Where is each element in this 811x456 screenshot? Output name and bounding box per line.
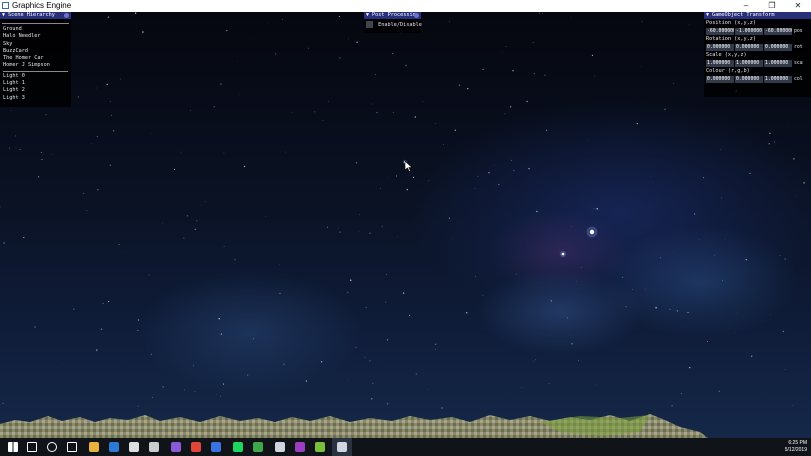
list-item[interactable]: Homer J Simpson [3, 62, 68, 69]
colour-suffix: col [794, 76, 803, 82]
search-icon-glyph [27, 442, 37, 452]
premiere-icon[interactable] [290, 438, 310, 456]
visual-studio-icon-glyph [171, 442, 181, 452]
colour-label: Colour (r,g,b) [706, 68, 750, 74]
app-blue-icon[interactable] [206, 438, 226, 456]
app-window-icon [2, 2, 9, 9]
object-list: Ground Halo Needler Sky BuzzCard The Hom… [0, 24, 71, 104]
spotify-icon[interactable] [228, 438, 248, 456]
graphics-engine-icon[interactable] [332, 438, 352, 456]
colour-r-field[interactable]: 0.000000 [706, 75, 734, 83]
app-notepad-icon[interactable] [310, 438, 330, 456]
position-x-field[interactable]: -60.000000 [706, 27, 734, 35]
mail-icon-glyph [149, 442, 159, 452]
mouse-cursor-icon [405, 161, 413, 172]
colour-b-field[interactable]: 1.000000 [764, 75, 792, 83]
list-item[interactable]: Light 3 [3, 95, 68, 102]
task-view-icon-glyph [67, 442, 77, 452]
task-view-icon[interactable] [62, 438, 82, 456]
store-icon[interactable] [124, 438, 144, 456]
file-explorer-icon[interactable] [84, 438, 104, 456]
panel-close-icon[interactable] [64, 13, 69, 18]
position-row: -60.000000 -1.000000 -60.000000 pos [704, 27, 811, 35]
clock-time: 6:25 PM [788, 440, 807, 446]
graphics-engine-icon-glyph [337, 442, 347, 452]
position-suffix: pos [794, 28, 803, 34]
collapse-triangle-icon[interactable]: ▼ [366, 12, 369, 19]
premiere-icon-glyph [295, 442, 305, 452]
collapse-triangle-icon[interactable]: ▼ [2, 12, 5, 19]
transform-title: GameObject Transform [712, 12, 775, 18]
scene-hierarchy-panel: ▼ Scene Hierarchy Ground Halo Needler Sk… [0, 12, 71, 107]
scale-label: Scale (x,y,z) [706, 52, 747, 58]
app-green-icon-glyph [253, 442, 263, 452]
visual-studio-icon[interactable] [166, 438, 186, 456]
scale-x-field[interactable]: 1.000000 [706, 59, 734, 67]
colour-g-field[interactable]: 0.000000 [735, 75, 763, 83]
post-processing-checkbox[interactable] [366, 21, 373, 28]
rotation-x-field[interactable]: 0.000000 [706, 43, 734, 51]
transform-panel: ▼ GameObject Transform Position (x,y,z) … [704, 12, 811, 97]
list-item[interactable]: Ground [3, 26, 68, 33]
scale-row: 1.000000 1.000000 1.000000 sca [704, 59, 811, 67]
collapse-triangle-icon[interactable]: ▼ [706, 12, 709, 19]
enable-disable-label: Enable/Disable [378, 21, 422, 28]
colour-row: 0.000000 0.000000 1.000000 col [704, 75, 811, 83]
rotation-y-field[interactable]: 0.000000 [735, 43, 763, 51]
minimize-button[interactable]: – [733, 0, 759, 12]
list-item[interactable]: The Homer Car [3, 55, 68, 62]
list-item[interactable]: Sky [3, 41, 68, 48]
scene-hierarchy-title: Scene Hierarchy [8, 12, 55, 18]
scale-y-field[interactable]: 1.000000 [735, 59, 763, 67]
file-explorer-icon-glyph [89, 442, 99, 452]
rotation-suffix: rot [794, 44, 803, 50]
post-processing-header[interactable]: ▼ Post Processin [364, 12, 421, 19]
clock-date: 5/12/2019 [784, 447, 807, 453]
rotation-row: 0.000000 0.000000 0.000000 rot [704, 43, 811, 51]
list-item[interactable]: Halo Needler [3, 33, 68, 40]
taskbar: 6:25 PM 5/12/2019 [0, 438, 811, 456]
steam-icon-glyph [275, 442, 285, 452]
list-item[interactable]: Light 2 [3, 87, 68, 94]
search-icon[interactable] [22, 438, 42, 456]
position-label: Position (x,y,z) [706, 20, 756, 26]
render-viewport[interactable]: ▼ Scene Hierarchy Ground Halo Needler Sk… [0, 12, 811, 438]
post-processing-title: Post Processin [372, 12, 416, 18]
close-button[interactable]: ✕ [785, 0, 811, 12]
app-blue-icon-glyph [211, 442, 221, 452]
app-notepad-icon-glyph [315, 442, 325, 452]
maximize-button[interactable]: ❐ [759, 0, 785, 12]
edge-icon[interactable] [104, 438, 124, 456]
transform-header[interactable]: ▼ GameObject Transform [704, 12, 811, 19]
rotation-label: Rotation (x,y,z) [706, 36, 756, 42]
app-green-icon[interactable] [248, 438, 268, 456]
rotation-z-field[interactable]: 0.000000 [764, 43, 792, 51]
position-z-field[interactable]: -60.000000 [764, 27, 792, 35]
position-y-field[interactable]: -1.000000 [735, 27, 763, 35]
chrome-icon[interactable] [186, 438, 206, 456]
window-title: Graphics Engine [12, 1, 72, 10]
spotify-icon-glyph [233, 442, 243, 452]
list-divider [3, 70, 68, 72]
mail-icon[interactable] [144, 438, 164, 456]
steam-icon[interactable] [270, 438, 290, 456]
list-item[interactable]: Light 1 [3, 80, 68, 87]
scale-suffix: sca [794, 60, 803, 66]
edge-icon-glyph [109, 442, 119, 452]
terrain-ground [0, 414, 708, 438]
list-item[interactable]: Light 0 [3, 73, 68, 80]
post-processing-panel: ▼ Post Processin Enable/Disable [364, 12, 422, 33]
cortana-icon[interactable] [42, 438, 62, 456]
system-clock[interactable]: 6:25 PM 5/12/2019 [785, 440, 807, 454]
panel-close-icon[interactable] [414, 13, 419, 18]
list-item[interactable]: BuzzCard [3, 48, 68, 55]
scale-z-field[interactable]: 1.000000 [764, 59, 792, 67]
scene-hierarchy-header[interactable]: ▼ Scene Hierarchy [0, 12, 71, 19]
start-icon-glyph [8, 442, 18, 452]
chrome-icon-glyph [191, 442, 201, 452]
cortana-icon-glyph [47, 442, 57, 452]
start-icon[interactable] [3, 438, 23, 456]
store-icon-glyph [129, 442, 139, 452]
